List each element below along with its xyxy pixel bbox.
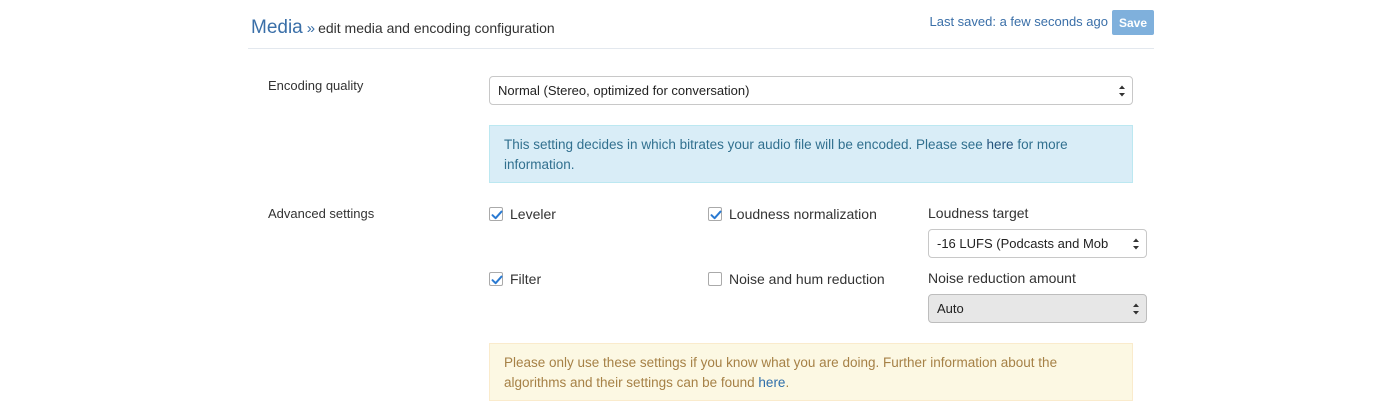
advanced-settings-label: Advanced settings	[268, 206, 375, 221]
checkmark-icon	[710, 210, 722, 220]
loudness-target-select[interactable]: -16 LUFS (Podcasts and Mob	[928, 229, 1147, 258]
noise-reduction-label: Noise and hum reduction	[729, 271, 885, 287]
loudness-normalization-checkbox[interactable]: Loudness normalization	[708, 206, 877, 222]
page-header: Media» edit media and encoding configurat…	[248, 0, 1154, 49]
noise-reduction-checkbox-box[interactable]	[708, 272, 722, 286]
encoding-info-alert: This setting decides in which bitrates y…	[489, 125, 1133, 183]
last-saved-status: Last saved: a few seconds ago	[929, 14, 1108, 29]
breadcrumb: Media» edit media and encoding configurat…	[251, 17, 555, 39]
filter-checkbox-box[interactable]	[489, 272, 503, 286]
select-arrows-icon	[1119, 85, 1125, 97]
leveler-checkbox-box[interactable]	[489, 207, 503, 221]
media-settings-page: Media» edit media and encoding configurat…	[0, 0, 1400, 411]
leveler-label: Leveler	[510, 206, 556, 222]
leveler-checkbox[interactable]: Leveler	[489, 206, 556, 222]
advanced-warning-link[interactable]: here	[758, 375, 785, 390]
advanced-warning-after: .	[785, 375, 790, 390]
encoding-quality-value: Normal (Stereo, optimized for conversati…	[498, 83, 750, 98]
filter-checkbox[interactable]: Filter	[489, 271, 541, 287]
save-button[interactable]: Save	[1112, 10, 1154, 35]
encoding-info-text: This setting decides in which bitrates y…	[504, 137, 983, 152]
encoding-quality-label: Encoding quality	[268, 78, 364, 93]
checkmark-icon	[491, 210, 503, 220]
noise-reduction-amount-label: Noise reduction amount	[928, 270, 1076, 286]
noise-reduction-checkbox[interactable]: Noise and hum reduction	[708, 271, 885, 287]
noise-reduction-amount-value: Auto	[937, 301, 964, 316]
checkmark-icon	[491, 275, 503, 285]
loudness-target-label: Loudness target	[928, 205, 1029, 221]
select-arrows-icon	[1133, 303, 1139, 315]
breadcrumb-separator: »	[306, 20, 316, 37]
loudness-normalization-label: Loudness normalization	[729, 206, 877, 222]
loudness-normalization-checkbox-box[interactable]	[708, 207, 722, 221]
noise-reduction-amount-select[interactable]: Auto	[928, 294, 1147, 323]
select-arrows-icon	[1133, 238, 1139, 250]
encoding-info-link[interactable]: here	[987, 137, 1014, 152]
page-subtitle: edit media and encoding configuration	[318, 20, 555, 36]
advanced-warning-alert: Please only use these settings if you kn…	[489, 343, 1133, 401]
encoding-quality-select[interactable]: Normal (Stereo, optimized for conversati…	[489, 76, 1133, 105]
media-breadcrumb-link[interactable]: Media	[251, 17, 303, 38]
loudness-target-value: -16 LUFS (Podcasts and Mob	[937, 236, 1109, 251]
filter-label: Filter	[510, 271, 542, 287]
